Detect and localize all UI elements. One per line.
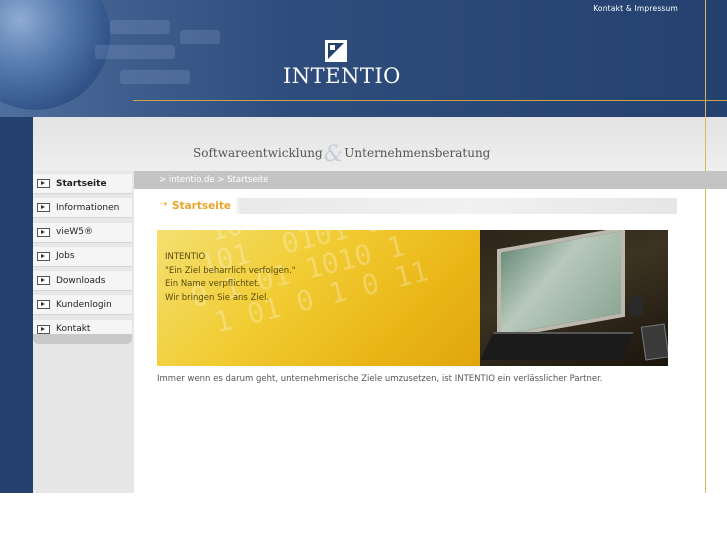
breadcrumb: > intentio.de > Startseite (159, 175, 269, 185)
breadcrumb-prefix: > (159, 175, 169, 185)
site-header (0, 0, 727, 117)
nav-label: Informationen (56, 202, 120, 213)
tagline-ampersand: & (323, 142, 344, 167)
band-left-edge (0, 117, 33, 171)
tagline: Softwareentwicklung&Unternehmensberatung (193, 138, 491, 167)
breadcrumb-current: Startseite (227, 175, 269, 185)
nav-item-startseite[interactable]: Startseite (33, 174, 132, 194)
header-divider (133, 100, 727, 101)
nav-item-kundenlogin[interactable]: Kundenlogin (33, 295, 132, 316)
keyboard-graphic (120, 70, 190, 84)
nav-label: Kontakt (56, 324, 91, 335)
main-navigation: Startseite Informationen vieW5® Jobs Dow… (33, 174, 132, 344)
arrow-right-icon (37, 276, 50, 286)
nav-label: Startseite (56, 178, 107, 189)
banner-line: INTENTIO (165, 252, 206, 262)
intentio-logo-icon[interactable] (325, 40, 347, 62)
nav-label: Kundenlogin (56, 299, 112, 310)
nav-item-informationen[interactable]: Informationen (33, 198, 132, 219)
title-row (157, 198, 677, 214)
nav-label: Downloads (56, 275, 106, 286)
keyboard-graphic (110, 20, 170, 34)
page-title: Startseite (172, 200, 231, 212)
title-arrow-icon: ➝ (159, 199, 168, 210)
keyboard-graphic (180, 30, 220, 44)
nav-item-jobs[interactable]: Jobs (33, 246, 132, 267)
tagline-right: Unternehmensberatung (344, 146, 491, 160)
breadcrumb-site-link[interactable]: intentio.de (169, 175, 215, 185)
logo-text[interactable]: INTENTIO (283, 64, 400, 88)
arrow-right-icon (37, 251, 50, 261)
keyboard-graphic (95, 45, 175, 59)
intro-text: Immer wenn es darum geht, unternehmerisc… (157, 374, 603, 384)
mouse-graphic (629, 295, 643, 317)
nav-bottom-cap (33, 334, 132, 344)
tagline-left: Softwareentwicklung (193, 146, 323, 160)
arrow-right-icon (37, 324, 50, 334)
banner-line: "Ein Ziel beharrlich verfolgen." (165, 265, 296, 276)
calculator-graphic (640, 323, 668, 361)
globe-graphic (0, 0, 110, 110)
hero-banner: 10 10 1 0 1 101 0101 01 0 1 01 1010 1 1 … (157, 230, 668, 366)
arrow-right-icon (37, 300, 50, 310)
left-edge-panel (0, 171, 33, 493)
arrow-right-icon (37, 179, 50, 188)
arrow-right-icon (37, 227, 50, 237)
keyboard-photo-graphic (480, 332, 634, 360)
contact-imprint-link[interactable]: Kontakt & Impressum (593, 4, 678, 13)
nav-label: Jobs (56, 251, 75, 262)
banner-text: INTENTIO "Ein Ziel beharrlich verfolgen.… (165, 251, 296, 305)
banner-line: Ein Name verpflichtet. (165, 279, 261, 289)
breadcrumb-separator: > (214, 175, 228, 185)
monitor-screen (501, 231, 621, 335)
nav-item-downloads[interactable]: Downloads (33, 271, 132, 292)
nav-label: vieW5® (56, 227, 93, 238)
banner-line: Wir bringen Sie ans Ziel. (165, 292, 270, 303)
arrow-right-icon (37, 203, 50, 213)
nav-item-view5[interactable]: vieW5® (33, 222, 132, 243)
gold-vertical-line (705, 0, 706, 493)
